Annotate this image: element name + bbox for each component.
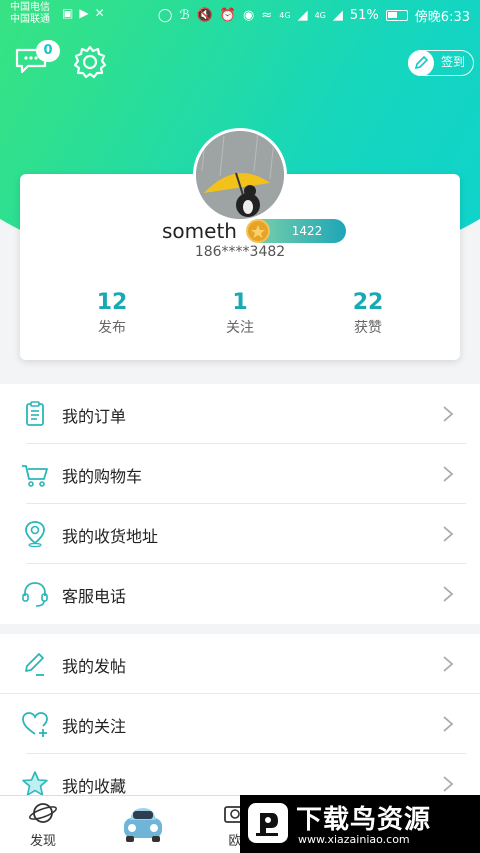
stat-following-value: 1: [232, 290, 248, 315]
battery-icon: [385, 10, 408, 21]
tab-discover[interactable]: 发现: [28, 800, 58, 849]
chevron-right-icon: [443, 776, 454, 792]
clock: 傍晚6:33: [414, 10, 470, 25]
chevron-right-icon: [443, 656, 454, 672]
battery-percent: 51%: [349, 8, 379, 23]
status-bar: 中国电信 中国联通 ▣ ▶ ✕ ◯ ℬ 🔇 ⏰ ◉ ≈ 4G ◢ 4G ◢ 51…: [0, 0, 480, 30]
stat-posts[interactable]: 12 发布: [52, 290, 172, 337]
menu-item-label: 我的购物车: [62, 467, 143, 486]
menu-group-shopping: 我的订单 我的购物车 我的收货地址 客服电话: [0, 384, 480, 624]
carrier-2: 中国联通: [10, 14, 50, 25]
antenna-icon: ✕: [94, 6, 105, 20]
phone-number: 186****3482: [194, 244, 286, 260]
stat-likes[interactable]: 22 获赞: [308, 290, 428, 337]
alarm-icon: ⏰: [219, 8, 237, 23]
menu-item-label: 我的发帖: [62, 657, 127, 676]
nfc-icon: ◯: [157, 8, 173, 23]
menu-item-address[interactable]: 我的收货地址: [0, 504, 480, 564]
menu-item-label: 客服电话: [62, 587, 127, 606]
pencil-icon: [408, 50, 434, 76]
headset-icon: [22, 582, 48, 607]
profile-page: 中国电信 中国联通 ▣ ▶ ✕ ◯ ℬ 🔇 ⏰ ◉ ≈ 4G ◢ 4G ◢ 51…: [0, 0, 480, 853]
stat-posts-label: 发布: [98, 320, 126, 336]
menu-item-service-phone[interactable]: 客服电话: [0, 564, 480, 624]
signal-icon: ◢: [297, 8, 308, 23]
stat-following[interactable]: 1 关注: [180, 290, 300, 337]
stat-posts-value: 12: [96, 290, 128, 315]
network-1: 4G: [279, 11, 291, 20]
stat-following-label: 关注: [226, 320, 254, 336]
menu-item-my-posts[interactable]: 我的发帖: [0, 634, 480, 694]
network-2: 4G: [314, 11, 326, 20]
menu-item-label: 我的收藏: [62, 777, 127, 796]
menu-group-community: 我的发帖 我的关注 我的收藏: [0, 634, 480, 814]
watermark-url: www.xiazainiao.com: [298, 833, 410, 846]
watermark-logo-icon: [248, 803, 288, 843]
order-icon: [26, 401, 44, 426]
tab-car[interactable]: [118, 798, 168, 852]
chevron-right-icon: [443, 526, 454, 542]
location-icon: [25, 521, 45, 548]
play-icon: ▶: [79, 6, 89, 20]
sign-in-button[interactable]: 签到: [408, 50, 474, 76]
signal-icon-2: ◢: [332, 8, 343, 23]
settings-button[interactable]: [72, 44, 108, 80]
watermark: 下载鸟资源 www.xiazainiao.com: [240, 795, 480, 853]
message-badge: 0: [36, 40, 60, 62]
edit-icon: [25, 653, 44, 676]
heart-plus-icon: [22, 712, 48, 737]
menu-item-orders[interactable]: 我的订单: [0, 384, 480, 444]
notification-icons: ▣ ▶ ✕: [62, 6, 105, 20]
planet-icon: [29, 803, 57, 823]
level-badge[interactable]: 1422: [246, 219, 346, 243]
sign-in-label: 签到: [441, 55, 466, 69]
briefcase-icon: ▣: [62, 6, 74, 20]
status-indicators: ◯ ℬ 🔇 ⏰ ◉ ≈ 4G ◢ 4G ◢ 51% 傍晚6:33: [158, 6, 470, 25]
mute-icon: 🔇: [196, 8, 213, 23]
bluetooth-icon: ℬ: [179, 8, 190, 23]
chevron-right-icon: [443, 466, 454, 482]
chevron-right-icon: [443, 716, 454, 732]
carrier-1: 中国电信: [10, 2, 50, 13]
eye-icon: ◉: [243, 8, 255, 23]
wifi-icon: ≈: [261, 8, 273, 23]
tab-discover-label: 发现: [29, 834, 56, 849]
stat-likes-value: 22: [352, 290, 384, 315]
menu-item-label: 我的关注: [62, 717, 127, 736]
carrier-info: 中国电信 中国联通: [10, 2, 50, 26]
menu-item-my-follows[interactable]: 我的关注: [0, 694, 480, 754]
stat-likes-label: 获赞: [354, 320, 382, 336]
menu-item-label: 我的订单: [62, 407, 127, 426]
car-icon: [124, 808, 162, 842]
username: someth: [162, 219, 237, 243]
watermark-title: 下载鸟资源: [296, 805, 432, 835]
chevron-right-icon: [443, 586, 454, 602]
avatar[interactable]: [193, 128, 287, 222]
level-points: 1422: [291, 224, 323, 238]
gear-icon: [73, 45, 107, 79]
chevron-right-icon: [443, 406, 454, 422]
menu-item-cart[interactable]: 我的购物车: [0, 444, 480, 504]
cart-icon: [22, 465, 48, 487]
coin-icon: [246, 219, 270, 243]
menu-item-label: 我的收货地址: [62, 527, 159, 546]
